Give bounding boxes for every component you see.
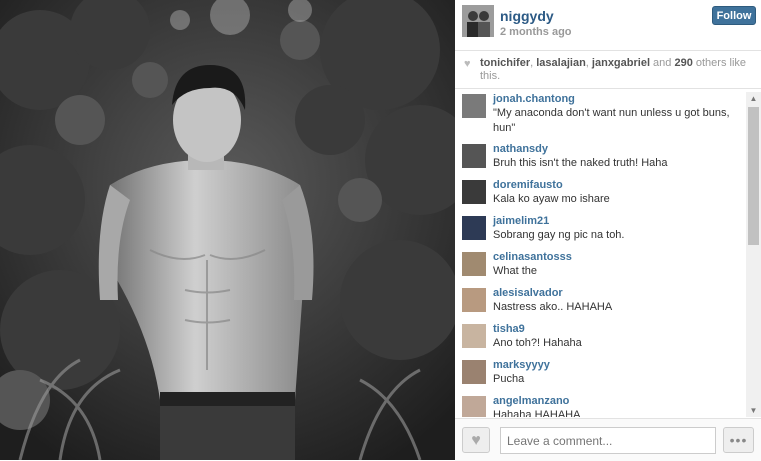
avatar[interactable]	[462, 5, 494, 37]
likes-others-count[interactable]: 290	[674, 57, 692, 69]
commenter-username[interactable]: doremifausto	[493, 178, 746, 192]
commenter-username[interactable]: celinasantosss	[493, 250, 746, 264]
comment-footer: ♥ •••	[455, 418, 761, 461]
post-photo	[0, 0, 455, 460]
commenter-avatar[interactable]	[462, 252, 486, 276]
comment-item: jaimelim21 Sobrang gay ng pic na toh.	[455, 214, 746, 244]
commenter-avatar[interactable]	[462, 94, 486, 118]
commenter-username[interactable]: tisha9	[493, 322, 746, 336]
scroll-down-arrow-icon[interactable]: ▼	[746, 404, 761, 417]
commenter-avatar[interactable]	[462, 360, 486, 384]
liker-link[interactable]: janxgabriel	[592, 57, 650, 69]
liker-link[interactable]: tonichifer	[480, 57, 530, 69]
likes-and: and	[650, 57, 675, 69]
follow-button[interactable]: Follow	[712, 6, 756, 25]
comment-item: tisha9 Ano toh?! Hahaha	[455, 322, 746, 352]
comment-item: alesisalvador Nastress ako.. HAHAHA	[455, 286, 746, 316]
comment-item: jonah.chantong "My anaconda don't want n…	[455, 92, 746, 136]
comment-text: Ano toh?! Hahaha	[493, 337, 582, 349]
likes-summary: ♥ tonichifer, lasalajian, janxgabriel an…	[455, 51, 761, 89]
comments-scrollbar[interactable]: ▲ ▼	[746, 92, 761, 417]
comment-item: angelmanzano Hahaha HAHAHA	[455, 394, 746, 417]
comment-text: Kala ko ayaw mo ishare	[493, 193, 610, 205]
post-username[interactable]: niggydy	[500, 8, 554, 24]
post-header: niggydy 2 months ago Follow	[455, 0, 761, 51]
comment-text: "My anaconda don't want nun unless u got…	[493, 107, 730, 134]
comment-item: doremifausto Kala ko ayaw mo ishare	[455, 178, 746, 208]
comments-list: jonah.chantong "My anaconda don't want n…	[455, 92, 746, 417]
comment-item: celinasantosss What the	[455, 250, 746, 280]
commenter-avatar[interactable]	[462, 216, 486, 240]
likes-text: tonichifer, lasalajian, janxgabriel and …	[480, 57, 750, 83]
comment-item: marksyyyy Pucha	[455, 358, 746, 388]
heart-icon: ♥	[464, 58, 471, 70]
ellipsis-icon: •••	[729, 432, 748, 448]
liker-link[interactable]: lasalajian	[536, 57, 586, 69]
commenter-avatar[interactable]	[462, 396, 486, 417]
commenter-avatar[interactable]	[462, 324, 486, 348]
comment-text: What the	[493, 265, 538, 277]
heart-icon: ♥	[471, 432, 481, 449]
commenter-username[interactable]: angelmanzano	[493, 394, 746, 408]
scroll-up-arrow-icon[interactable]: ▲	[746, 92, 761, 105]
commenter-username[interactable]: jaimelim21	[493, 214, 746, 228]
comment-input[interactable]	[500, 427, 716, 454]
more-options-button[interactable]: •••	[723, 427, 754, 453]
scrollbar-thumb[interactable]	[748, 107, 759, 245]
like-button[interactable]: ♥	[462, 427, 490, 453]
comment-text: Hahaha HAHAHA	[493, 409, 581, 417]
commenter-avatar[interactable]	[462, 288, 486, 312]
commenter-avatar[interactable]	[462, 180, 486, 204]
commenter-username[interactable]: alesisalvador	[493, 286, 746, 300]
commenter-username[interactable]: marksyyyy	[493, 358, 746, 372]
commenter-username[interactable]: nathansdy	[493, 142, 746, 156]
commenter-username[interactable]: jonah.chantong	[493, 92, 746, 106]
comment-text: Pucha	[493, 373, 525, 385]
comment-text: Sobrang gay ng pic na toh.	[493, 229, 625, 241]
comment-item: nathansdy Bruh this isn't the naked trut…	[455, 142, 746, 172]
commenter-avatar[interactable]	[462, 144, 486, 168]
comment-text: Nastress ako.. HAHAHA	[493, 301, 613, 313]
post-side-panel: niggydy 2 months ago Follow ♥ tonichifer…	[455, 0, 761, 461]
post-timestamp: 2 months ago	[500, 26, 572, 38]
comment-text: Bruh this isn't the naked truth! Haha	[493, 157, 668, 169]
